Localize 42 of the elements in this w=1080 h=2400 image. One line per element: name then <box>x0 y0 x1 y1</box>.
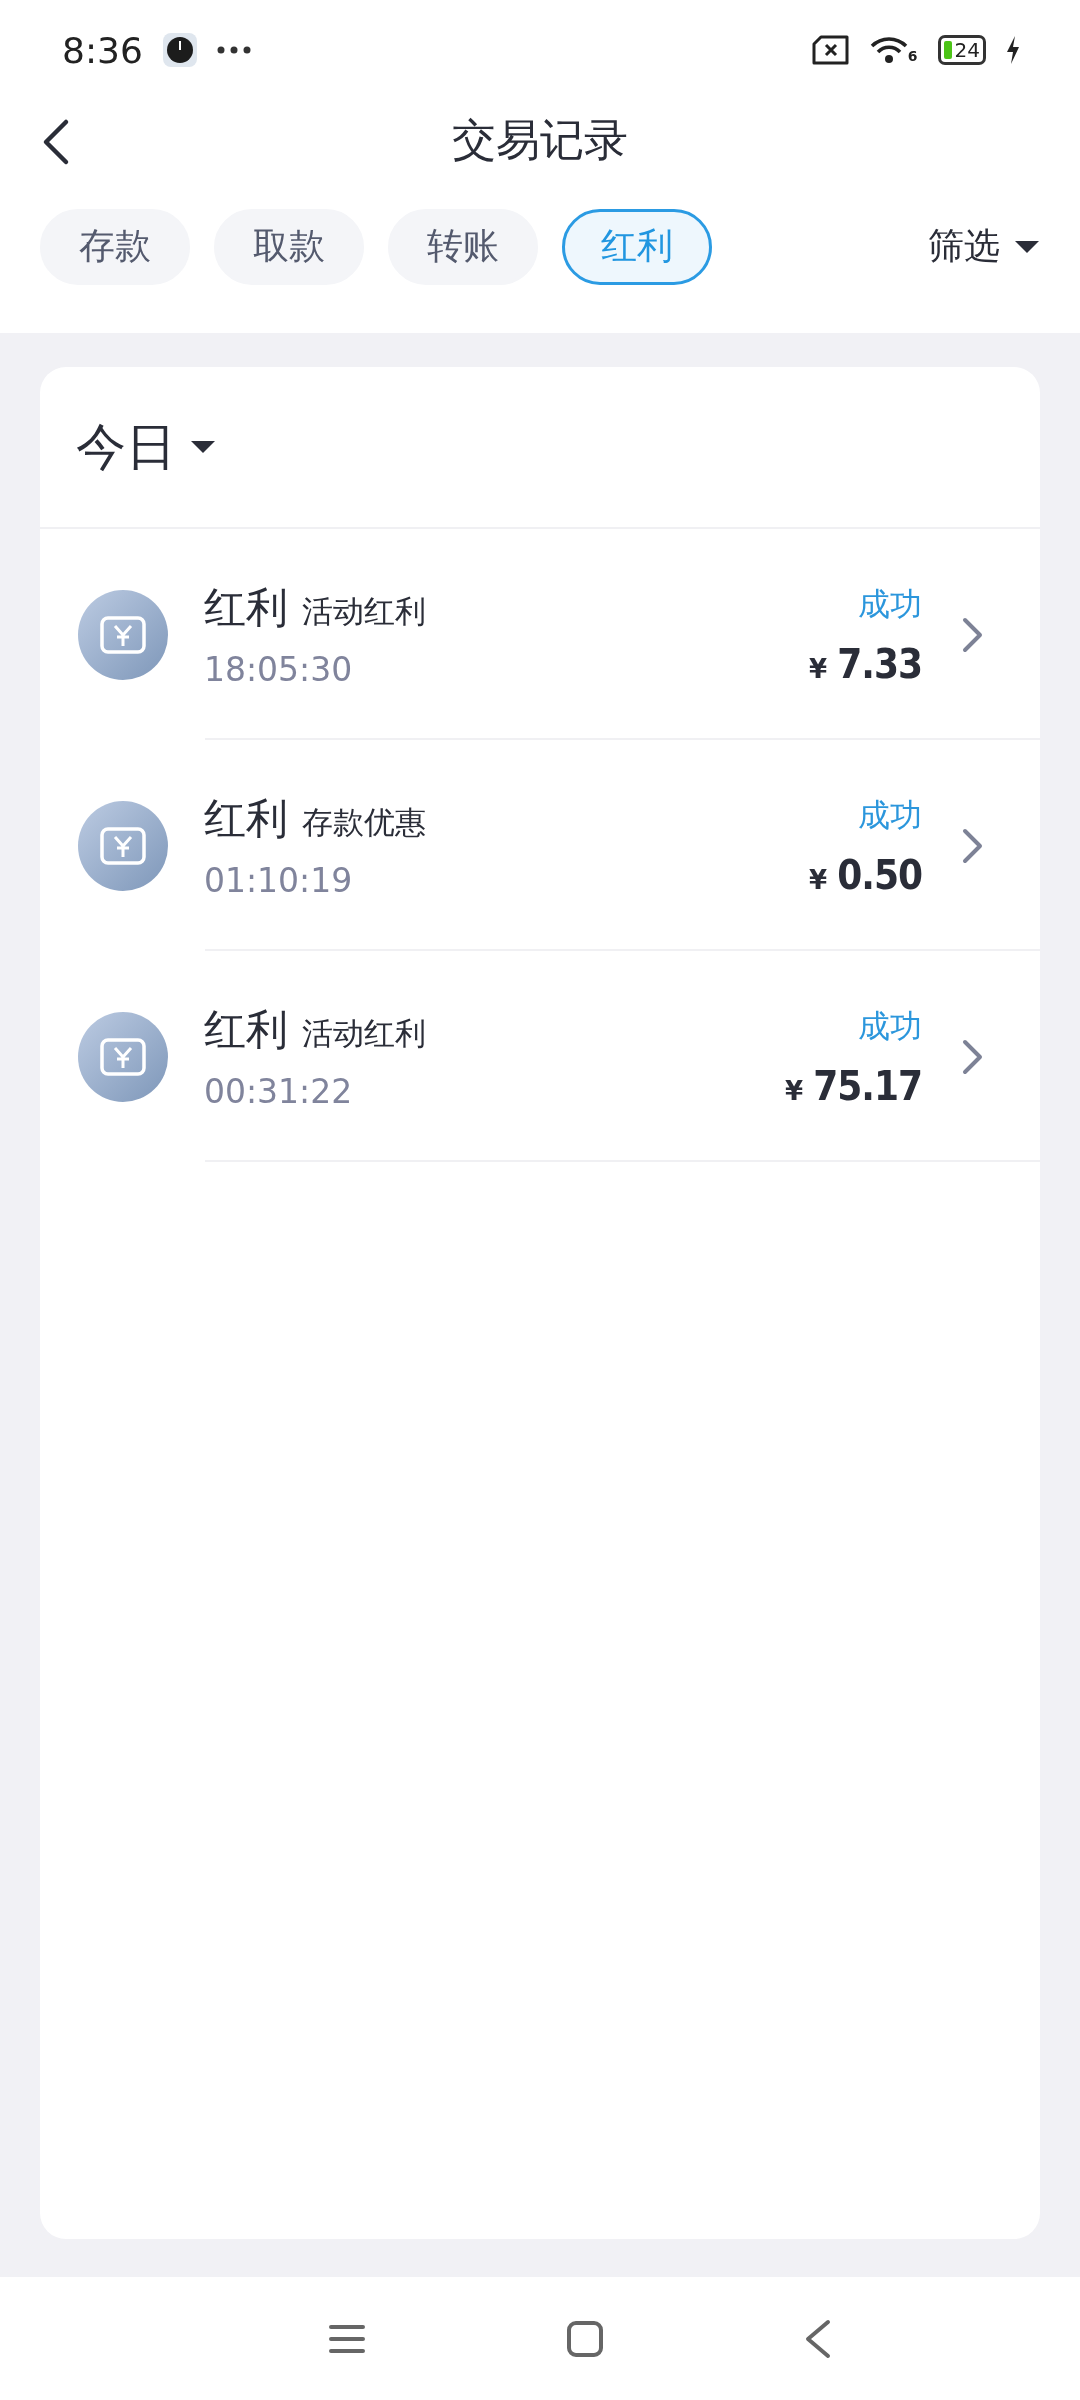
record-amount: 0.50 <box>837 851 922 898</box>
charging-icon <box>1006 36 1020 64</box>
bonus-icon <box>78 589 168 680</box>
chevron-right-icon[interactable] <box>962 827 984 864</box>
record-status: 成功 <box>858 794 922 836</box>
record-time: 00:31:22 <box>204 1072 354 1111</box>
no-sim-icon <box>811 35 850 65</box>
record-type: 红利 <box>204 793 288 845</box>
currency-symbol: ¥ <box>809 864 828 895</box>
record-status: 成功 <box>858 583 922 625</box>
clock-app-icon <box>162 33 197 67</box>
record-type: 红利 <box>204 1004 288 1056</box>
record-amount: 75.17 <box>813 1062 922 1109</box>
record-subtype: 存款优惠 <box>302 803 426 842</box>
filter-tab[interactable]: 转账 <box>388 208 538 285</box>
currency-symbol: ¥ <box>809 653 828 684</box>
page-title: 交易记录 <box>452 112 628 167</box>
wifi-indicator: 6 <box>869 36 918 64</box>
filter-button[interactable]: 筛选 <box>928 222 1040 271</box>
date-dropdown[interactable]: 今日 <box>76 413 216 481</box>
currency-symbol: ¥ <box>785 1075 804 1106</box>
menu-icon[interactable] <box>328 2322 366 2355</box>
record-status: 成功 <box>858 1005 922 1047</box>
bonus-icon <box>78 800 168 891</box>
record-subtype: 活动红利 <box>302 592 426 631</box>
caret-down-icon <box>190 440 216 454</box>
more-icon <box>216 46 251 54</box>
record-time: 18:05:30 <box>204 650 354 689</box>
status-time: 8:36 <box>62 29 143 71</box>
record-time: 01:10:19 <box>204 861 354 900</box>
back-nav-icon[interactable] <box>804 2318 832 2359</box>
battery-indicator: 24 <box>937 35 986 65</box>
record-amount: 7.33 <box>837 640 922 687</box>
record-type: 红利 <box>204 582 288 634</box>
record-subtype: 活动红利 <box>302 1014 426 1053</box>
chevron-right-icon[interactable] <box>962 1038 984 1075</box>
bonus-icon <box>78 1011 168 1102</box>
filter-tab[interactable]: 取款 <box>214 208 364 285</box>
chevron-right-icon[interactable] <box>962 616 984 653</box>
filter-tab[interactable]: 存款 <box>40 208 190 285</box>
home-icon[interactable] <box>566 2319 604 2358</box>
caret-down-icon <box>1014 239 1040 254</box>
